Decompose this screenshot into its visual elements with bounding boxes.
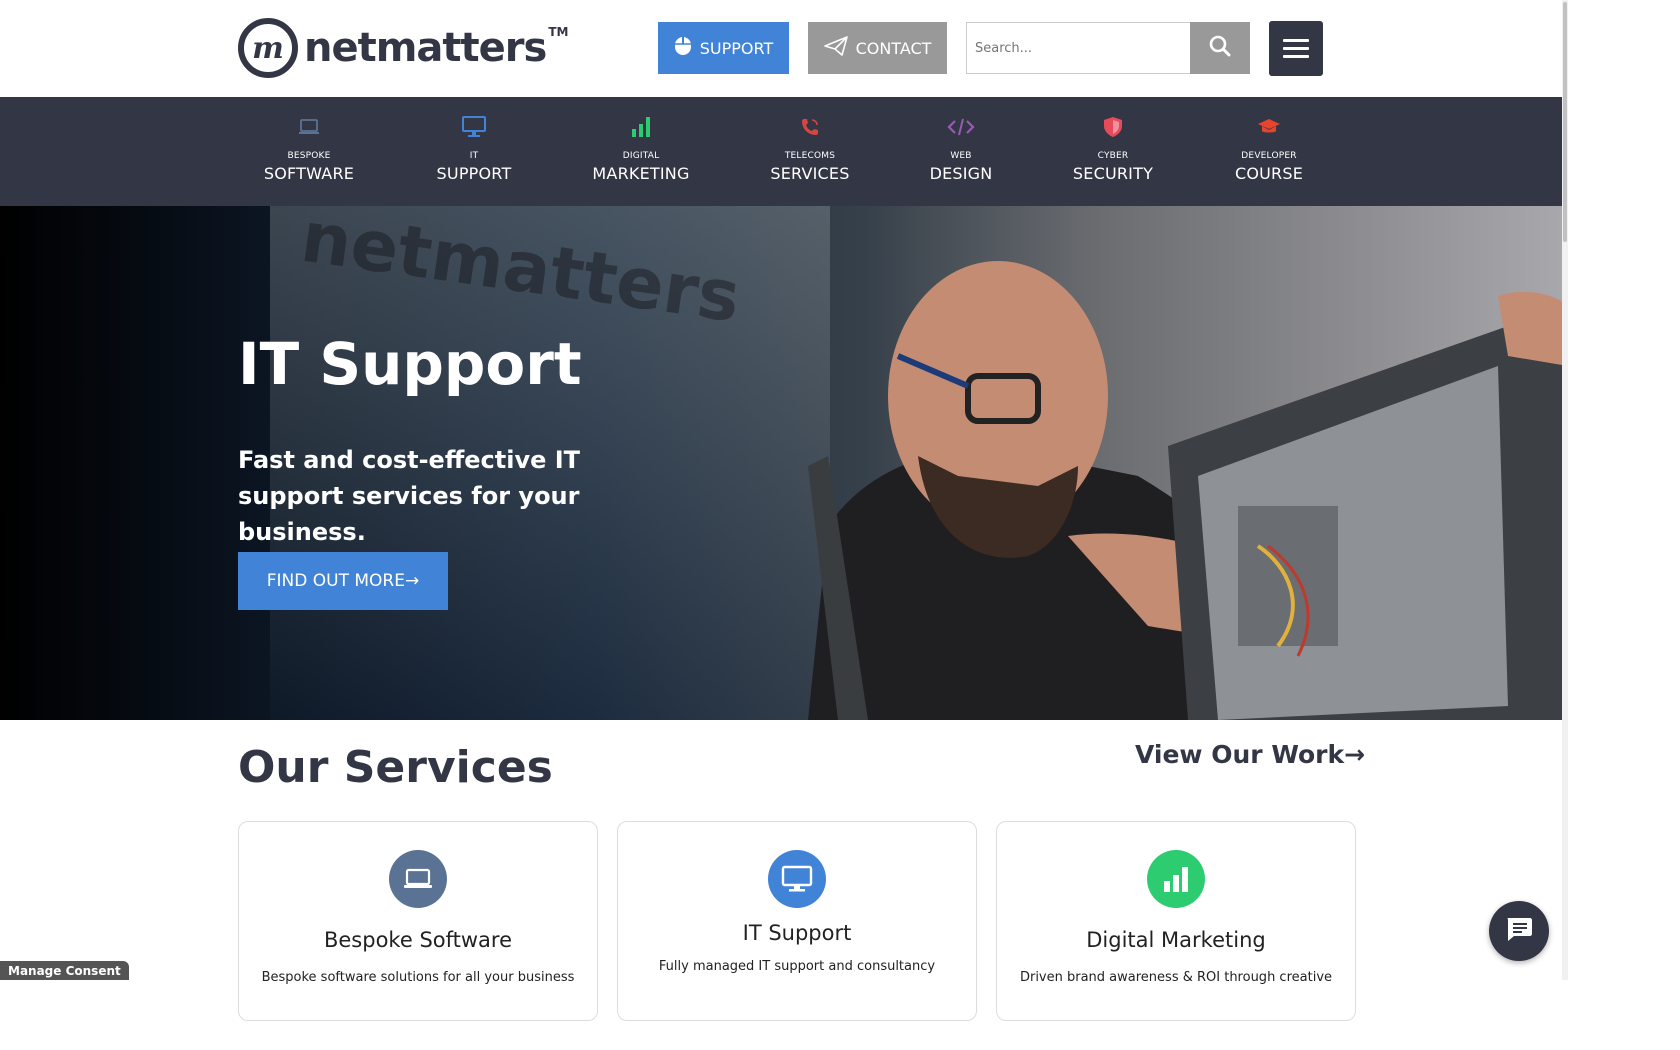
nav-small-label: TELECOMS xyxy=(784,151,836,161)
nav-big-label: COURSE xyxy=(1234,164,1304,183)
menu-button[interactable] xyxy=(1269,21,1323,76)
logo-mark: m xyxy=(238,18,298,78)
nav-small-label: DIGITAL xyxy=(622,151,660,161)
hero-banner: netmatters IT Support Fast and cost-effe… xyxy=(0,206,1568,720)
nav-big-label: SECURITY xyxy=(1072,164,1154,183)
nav-item-web-design[interactable]: WEB DESIGN xyxy=(921,97,1001,206)
support-button[interactable]: SUPPORT xyxy=(658,22,789,74)
services-heading: Our Services xyxy=(238,742,553,793)
card-description: Fully managed IT support and consultancy xyxy=(658,959,936,974)
chat-button[interactable] xyxy=(1489,901,1549,961)
search-input[interactable] xyxy=(966,22,1190,74)
support-label: SUPPORT xyxy=(699,38,774,58)
contact-button[interactable]: CONTACT xyxy=(808,22,947,74)
card-title: IT Support xyxy=(742,921,852,945)
netmatters-logo[interactable]: m netmatters TM xyxy=(238,18,568,78)
nav-small-label: BESPOKE xyxy=(287,151,331,161)
nav-big-label: DESIGN xyxy=(929,164,993,183)
nav-small-label: WEB xyxy=(950,151,972,161)
hamburger-icon-line xyxy=(1283,39,1309,42)
phone-icon xyxy=(800,115,820,139)
scrollbar-thumb[interactable] xyxy=(1563,2,1567,242)
search-button[interactable] xyxy=(1190,22,1250,74)
chat-icon xyxy=(1505,916,1533,946)
laptop-icon xyxy=(389,850,447,908)
nav-small-label: DEVELOPER xyxy=(1241,151,1297,161)
card-description: Bespoke software solutions for all your … xyxy=(261,970,575,985)
manage-consent-button[interactable]: Manage Consent xyxy=(0,961,129,980)
nav-big-label: SUPPORT xyxy=(436,164,512,183)
nav-item-telecoms-services[interactable]: TELECOMS SERVICES xyxy=(762,97,858,206)
view-our-work-link[interactable]: View Our Work→ xyxy=(1135,740,1365,769)
nav-big-label: SERVICES xyxy=(770,164,850,183)
card-title: Digital Marketing xyxy=(1086,928,1266,952)
nav-item-cyber-security[interactable]: CYBER SECURITY xyxy=(1068,97,1158,206)
card-description: Driven brand awareness & ROI through cre… xyxy=(1019,970,1333,985)
search-icon xyxy=(1209,35,1231,61)
hero-title: IT Support xyxy=(238,330,582,398)
nav-item-bespoke-software[interactable]: BESPOKE SOFTWARE xyxy=(258,97,360,206)
hamburger-icon-line xyxy=(1283,55,1309,58)
mouse-icon xyxy=(674,36,692,60)
monitor-icon xyxy=(462,115,486,139)
find-out-more-button[interactable]: FIND OUT MORE→ xyxy=(238,552,448,610)
graduation-cap-icon xyxy=(1257,115,1281,139)
nav-big-label: SOFTWARE xyxy=(263,164,355,183)
nav-big-label: MARKETING xyxy=(592,164,690,183)
nav-item-developer-course[interactable]: DEVELOPER COURSE xyxy=(1226,97,1312,206)
logo-text: netmatters xyxy=(304,25,547,71)
hero-subtitle: Fast and cost-effective IT support servi… xyxy=(238,446,581,546)
nav-small-label: IT xyxy=(469,151,479,161)
code-icon xyxy=(947,115,975,139)
service-nav: BESPOKE SOFTWARE IT SUPPORT DIGITAL MARK… xyxy=(0,97,1568,206)
laptop-icon xyxy=(298,115,320,139)
bar-chart-icon xyxy=(631,115,651,139)
shield-icon xyxy=(1103,115,1123,139)
contact-label: CONTACT xyxy=(855,38,932,58)
bar-chart-icon xyxy=(1147,850,1205,908)
card-title: Bespoke Software xyxy=(323,928,513,952)
service-card-it-support[interactable]: IT Support Fully managed IT support and … xyxy=(617,821,977,1021)
nav-item-digital-marketing[interactable]: DIGITAL MARKETING xyxy=(588,97,694,206)
monitor-icon xyxy=(768,850,826,908)
site-header: m netmatters TM SUPPORT CONTACT xyxy=(0,0,1568,97)
service-card-bespoke-software[interactable]: Bespoke Software Bespoke software soluti… xyxy=(238,821,598,1021)
nav-small-label: CYBER xyxy=(1097,151,1129,161)
nav-item-it-support[interactable]: IT SUPPORT xyxy=(424,97,524,206)
service-card-digital-marketing[interactable]: Digital Marketing Driven brand awareness… xyxy=(996,821,1356,1021)
hero-technician-image xyxy=(808,261,1568,720)
logo-trademark: TM xyxy=(548,25,569,39)
hamburger-icon-line xyxy=(1283,47,1309,50)
paper-plane-icon xyxy=(823,36,848,60)
